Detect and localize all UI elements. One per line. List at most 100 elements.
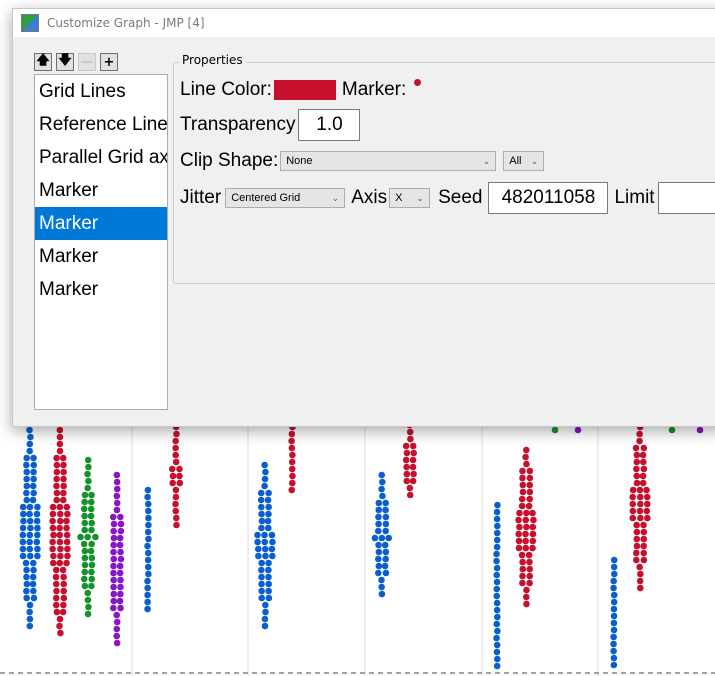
marker-point [519, 558, 526, 566]
marker-point [23, 573, 30, 581]
marker-point [56, 503, 64, 511]
marker-point [30, 475, 37, 483]
marker-point [382, 527, 389, 535]
marker-point [519, 565, 527, 573]
marker-point [611, 570, 618, 578]
marker-point [529, 523, 537, 531]
marker-point [59, 608, 67, 616]
marker-point [633, 528, 641, 536]
marker-point [27, 433, 34, 441]
marker-point [258, 559, 265, 567]
marker-point [406, 484, 414, 492]
limit-input[interactable] [657, 182, 715, 214]
marker-point [26, 531, 34, 539]
marker-point [84, 484, 91, 492]
marker-point [261, 615, 269, 623]
marker-point [382, 555, 389, 563]
marker-point [525, 502, 533, 510]
remove-button[interactable]: — [78, 53, 96, 71]
marker-point [493, 529, 501, 537]
marker-point [113, 625, 121, 633]
list-item[interactable]: Marker [35, 273, 167, 306]
clip-scope-value: All [509, 155, 522, 167]
marker-point [633, 479, 641, 487]
marker-point [144, 486, 152, 494]
element-list[interactable]: Grid Lines Reference Lines Parallel Grid… [34, 74, 168, 410]
move-up-button[interactable]: 🡅 [34, 53, 52, 71]
marker-point [640, 528, 648, 536]
marker-point [56, 433, 64, 441]
clip-shape-select[interactable]: None ⌄ [280, 151, 497, 171]
marker-point [523, 460, 530, 468]
marker-point [26, 503, 34, 511]
line-color-swatch[interactable] [273, 80, 336, 100]
marker-point [382, 513, 390, 521]
list-item[interactable]: Parallel Grid axes [35, 141, 167, 174]
marker-point [525, 551, 533, 559]
marker-point [87, 512, 95, 520]
marker-point [526, 558, 533, 566]
marker-point [29, 573, 37, 581]
marker-point [34, 545, 41, 553]
marker-point [172, 444, 179, 452]
seed-input[interactable]: 482011058 [488, 182, 609, 214]
marker-point [113, 499, 121, 507]
marker-point [382, 569, 390, 577]
marker-point [518, 502, 526, 510]
marker-point [145, 535, 152, 543]
marker-point [53, 475, 60, 483]
marker-point [523, 446, 530, 454]
marker-point [269, 552, 276, 560]
list-item[interactable]: Marker [35, 240, 167, 273]
marker-point [172, 437, 179, 445]
clip-scope-select[interactable]: All ⌄ [503, 151, 545, 171]
transparency-input[interactable]: 1.0 [298, 109, 361, 141]
marker-point [258, 573, 265, 581]
marker-point [33, 517, 41, 525]
marker-point [30, 566, 37, 574]
marker-point [23, 454, 31, 462]
list-item[interactable]: Marker [35, 174, 167, 207]
marker-point [375, 506, 383, 514]
marker-dot-icon[interactable] [414, 78, 422, 86]
axis-select[interactable]: X ⌄ [389, 188, 431, 208]
marker-point [493, 557, 500, 565]
marker-point [526, 474, 534, 482]
list-item[interactable]: Grid Lines [35, 75, 167, 108]
marker-point [515, 516, 522, 524]
jmp-app-icon [21, 14, 39, 32]
marker-point [640, 542, 647, 550]
marker-point [633, 465, 640, 473]
marker-point [258, 594, 266, 602]
list-item[interactable]: Reference Lines [35, 108, 167, 141]
jitter-select[interactable]: Centered Grid ⌄ [225, 188, 346, 208]
marker-point [26, 447, 34, 455]
marker-point [610, 563, 618, 571]
marker-point [529, 537, 537, 545]
add-button[interactable]: + [100, 53, 118, 71]
marker-point [265, 559, 272, 567]
marker-point [145, 570, 152, 578]
marker-point [117, 576, 124, 584]
marker-point [640, 444, 648, 452]
marker-point [523, 586, 530, 594]
marker-point [257, 496, 265, 504]
marker-point [258, 524, 265, 532]
transparency-label: Transparency [180, 114, 296, 135]
marker-point [88, 491, 95, 499]
marker-point [60, 475, 67, 483]
marker-point [49, 538, 56, 546]
marker-point [378, 485, 385, 493]
marker-point [110, 541, 117, 549]
marker-point [288, 465, 296, 473]
marker-point [56, 440, 64, 448]
move-down-button[interactable]: 🡇 [56, 53, 74, 71]
marker-point [81, 547, 89, 555]
marker-point [643, 493, 651, 501]
marker-point [116, 541, 124, 549]
list-item-selected[interactable]: Marker [35, 207, 167, 240]
marker-point [519, 474, 526, 482]
chevron-down-icon: ⌄ [331, 192, 340, 203]
marker-point [110, 569, 117, 577]
marker-point [265, 587, 272, 595]
